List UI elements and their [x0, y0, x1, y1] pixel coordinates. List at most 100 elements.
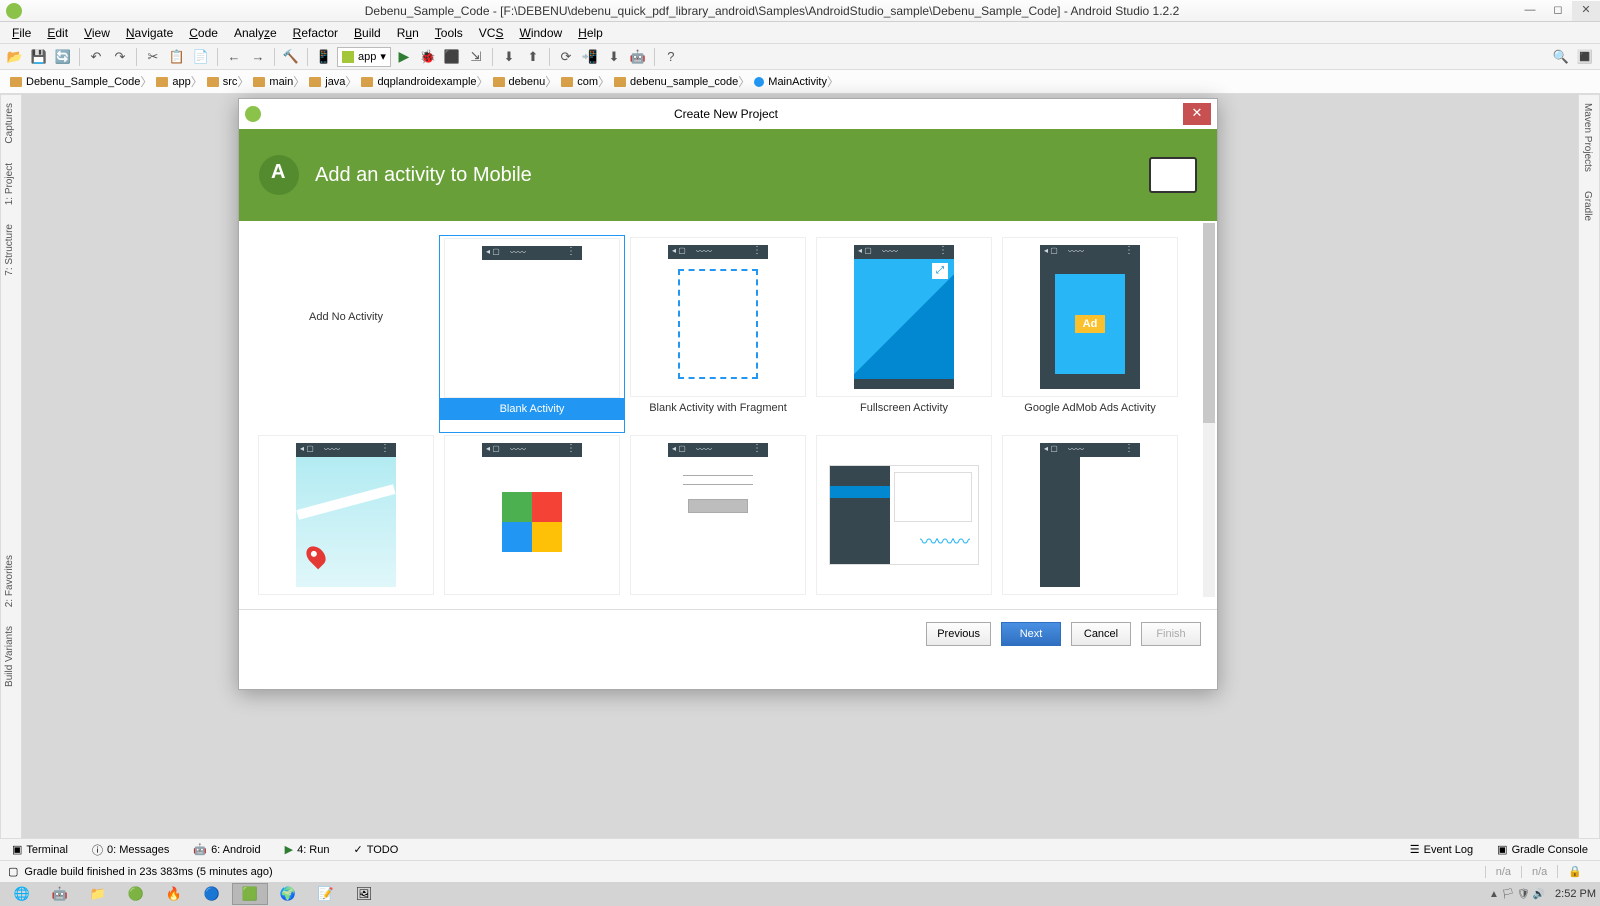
crumb-project[interactable]: Debenu_Sample_Code	[4, 72, 150, 92]
avd-icon[interactable]: 📱	[313, 46, 335, 68]
menu-code[interactable]: Code	[181, 24, 226, 42]
maximize-button[interactable]: ◻	[1544, 1, 1572, 21]
previous-button[interactable]: Previous	[926, 622, 991, 646]
cut-icon[interactable]: ✂	[142, 46, 164, 68]
cancel-button[interactable]: Cancel	[1071, 622, 1131, 646]
activity-card-master-detail[interactable]: 〰〰〰	[811, 433, 997, 609]
activity-card-none[interactable]: Add No Activity	[253, 235, 439, 433]
crumb-app[interactable]: app	[150, 72, 200, 92]
tab-project[interactable]: 1: Project	[1, 155, 18, 213]
paste-icon[interactable]: 📄	[190, 46, 212, 68]
tab-build-variants[interactable]: Build Variants	[1, 618, 18, 695]
undo-icon[interactable]: ↶	[85, 46, 107, 68]
crumb-pkg3[interactable]: com	[555, 72, 608, 92]
menu-tools[interactable]: Tools	[427, 24, 471, 42]
chevron-down-icon: ▾	[380, 50, 386, 63]
back-icon[interactable]: ←	[223, 46, 245, 68]
copy-icon[interactable]: 📋	[166, 46, 188, 68]
menu-file[interactable]: File	[4, 24, 39, 42]
crumb-java[interactable]: java	[303, 72, 355, 92]
sdk-manager-icon[interactable]: ⬇	[603, 46, 625, 68]
menu-analyze[interactable]: Analyze	[226, 24, 285, 42]
tab-run[interactable]: ▶ 4: Run	[279, 843, 336, 856]
run-config-dropdown[interactable]: app ▾	[337, 47, 391, 67]
dialog-close-button[interactable]: ✕	[1183, 103, 1211, 125]
tab-gradle[interactable]: Gradle	[1579, 183, 1596, 229]
activity-card-fragment[interactable]: ⋮ Blank Activity with Fragment	[625, 235, 811, 433]
ddms-icon[interactable]: 🤖	[627, 46, 649, 68]
ide-settings-icon[interactable]: 🔳	[1574, 46, 1596, 68]
next-button[interactable]: Next	[1001, 622, 1061, 646]
dialog-title: Create New Project	[269, 107, 1183, 121]
separator	[79, 48, 80, 66]
crumb-src[interactable]: src	[201, 72, 248, 92]
menu-build[interactable]: Build	[346, 24, 389, 42]
menu-navigate[interactable]: Navigate	[118, 24, 181, 42]
taskbar-app-icon[interactable]: 🔵	[194, 883, 230, 905]
menu-run[interactable]: Run	[389, 24, 427, 42]
search-icon[interactable]: 🔍	[1550, 46, 1572, 68]
crumb-pkg2[interactable]: debenu	[487, 72, 556, 92]
menu-edit[interactable]: Edit	[39, 24, 76, 42]
tab-event-log[interactable]: ☰ Event Log	[1404, 843, 1479, 856]
tab-structure[interactable]: 7: Structure	[1, 216, 18, 284]
close-window-button[interactable]: ✕	[1572, 1, 1600, 21]
taskbar-ie-icon[interactable]: 🌐	[4, 883, 40, 905]
activity-card-login[interactable]: ⋮	[625, 433, 811, 609]
make-icon[interactable]: 🔨	[280, 46, 302, 68]
phone-preview: ⋮	[668, 245, 768, 389]
taskbar-explorer-icon[interactable]: 📁	[80, 883, 116, 905]
save-icon[interactable]: 💾	[28, 46, 50, 68]
taskbar-chrome-icon[interactable]: 🟢	[118, 883, 154, 905]
tab-todo[interactable]: ✓ TODO	[348, 843, 405, 856]
menu-help[interactable]: Help	[570, 24, 611, 42]
system-tray[interactable]: ▲ 🏳 🛡 🔊	[1489, 889, 1545, 900]
stop-icon[interactable]: ⬛	[441, 46, 463, 68]
forward-icon[interactable]: →	[247, 46, 269, 68]
tab-gradle-console[interactable]: ▣ Gradle Console	[1491, 843, 1594, 856]
tab-terminal[interactable]: ▣ Terminal	[6, 843, 74, 856]
activity-label-spacer	[253, 397, 439, 419]
status-lock-icon[interactable]: 🔒	[1557, 865, 1592, 878]
taskbar-android-icon[interactable]: 🤖	[42, 883, 78, 905]
activity-card-fullscreen[interactable]: ⋮⤢ Fullscreen Activity	[811, 235, 997, 433]
taskbar-pictures-icon[interactable]: 🖼	[346, 883, 382, 905]
taskbar-notes-icon[interactable]: 📝	[308, 883, 344, 905]
avd-manager-icon[interactable]: 📲	[579, 46, 601, 68]
debug-icon[interactable]: 🐞	[417, 46, 439, 68]
taskbar-clock[interactable]: 2:52 PM	[1555, 888, 1596, 900]
vcs-icon[interactable]: ⬇	[498, 46, 520, 68]
taskbar-flame-icon[interactable]: 🔥	[156, 883, 192, 905]
status-icon[interactable]: ▢	[8, 865, 18, 878]
tab-maven[interactable]: Maven Projects	[1579, 95, 1596, 180]
crumb-main[interactable]: main	[247, 72, 303, 92]
minimize-button[interactable]: —	[1516, 1, 1544, 21]
activity-card-blank[interactable]: ⋮ Blank Activity	[439, 235, 625, 433]
activity-card-play-services[interactable]: ⋮	[439, 433, 625, 609]
help-icon[interactable]: ?	[660, 46, 682, 68]
crumb-pkg1[interactable]: dqplandroidexample	[355, 72, 486, 92]
menu-view[interactable]: View	[76, 24, 118, 42]
tab-messages[interactable]: ⓘ 0: Messages	[86, 842, 175, 858]
redo-icon[interactable]: ↷	[109, 46, 131, 68]
run-icon[interactable]: ▶	[393, 46, 415, 68]
activity-card-nav-drawer[interactable]: ⋮	[997, 433, 1183, 609]
open-icon[interactable]: 📂	[4, 46, 26, 68]
sync-gradle-icon[interactable]: ⟳	[555, 46, 577, 68]
dialog-scrollbar[interactable]	[1203, 223, 1215, 597]
crumb-pkg4[interactable]: debenu_sample_code	[608, 72, 748, 92]
tab-captures[interactable]: Captures	[1, 95, 18, 152]
sync-icon[interactable]: 🔄	[52, 46, 74, 68]
activity-card-maps[interactable]: ⋮	[253, 433, 439, 609]
tab-favorites[interactable]: 2: Favorites	[1, 547, 18, 615]
menu-vcs[interactable]: VCS	[471, 24, 512, 42]
vcs-up-icon[interactable]: ⬆	[522, 46, 544, 68]
menu-window[interactable]: Window	[511, 24, 570, 42]
tab-android[interactable]: 🤖 6: Android	[187, 843, 266, 856]
crumb-class[interactable]: MainActivity	[748, 72, 837, 92]
menu-refactor[interactable]: Refactor	[285, 24, 346, 42]
attach-icon[interactable]: ⇲	[465, 46, 487, 68]
taskbar-androidstudio-icon[interactable]: 🟩	[232, 883, 268, 905]
taskbar-globe-icon[interactable]: 🌍	[270, 883, 306, 905]
activity-card-admob[interactable]: ⋮Ad Google AdMob Ads Activity	[997, 235, 1183, 433]
